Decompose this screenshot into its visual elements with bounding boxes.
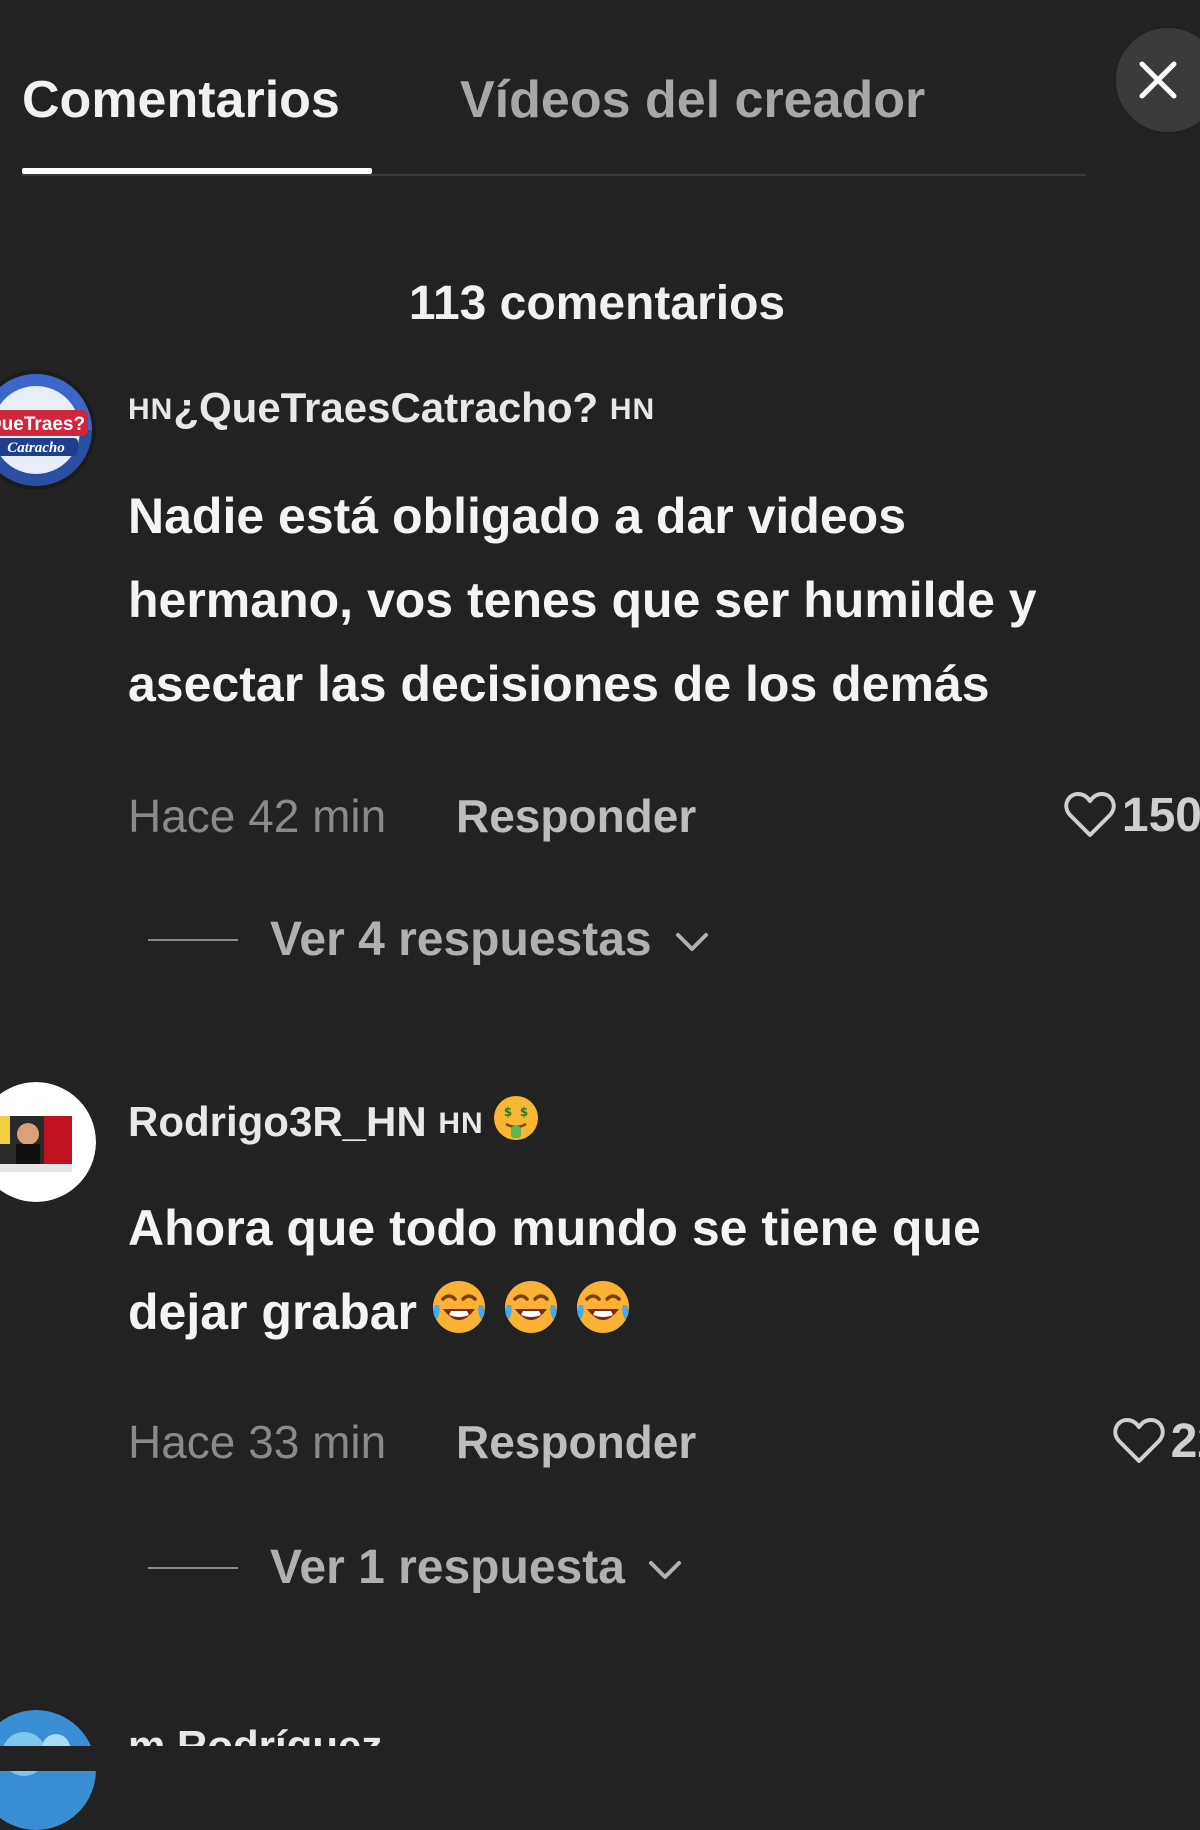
avatar[interactable] bbox=[0, 1082, 96, 1202]
country-tag: HN bbox=[128, 393, 174, 426]
view-replies-button[interactable]: Ver 4 respuestas bbox=[148, 910, 710, 970]
like-button[interactable]: 150 bbox=[1064, 788, 1200, 844]
viewport-edge bbox=[0, 1746, 1200, 1771]
view-replies-button[interactable]: Ver 1 respuesta bbox=[148, 1538, 683, 1598]
heart-icon bbox=[1112, 1418, 1165, 1463]
comment-meta: Hace 33 min Responder bbox=[128, 1414, 696, 1470]
comment-username[interactable]: Rodrigo3R_HN HN $ $ bbox=[128, 1094, 540, 1154]
view-replies-label: Ver 1 respuesta bbox=[270, 1541, 625, 1594]
comment-time: Hace 33 min bbox=[128, 1416, 387, 1468]
avatar-logo-text: QueTraes? bbox=[0, 414, 85, 435]
tab-creator-videos[interactable]: Vídeos del creador bbox=[460, 68, 925, 132]
comment-meta: Hace 42 min Responder bbox=[128, 788, 696, 844]
view-replies-label: Ver 4 respuestas bbox=[270, 913, 652, 966]
reply-button[interactable]: Responder bbox=[456, 788, 696, 844]
svg-text:$: $ bbox=[520, 1105, 528, 1119]
close-icon bbox=[1139, 61, 1177, 99]
comment-time: Hace 42 min bbox=[128, 790, 387, 842]
face-with-tears-of-joy-icon bbox=[429, 1277, 489, 1362]
money-mouth-face-icon: $ $ bbox=[492, 1094, 540, 1154]
comment-text: Ahora que todo mundo se tiene que dejar … bbox=[128, 1186, 1168, 1362]
face-with-tears-of-joy-icon bbox=[501, 1277, 561, 1362]
chevron-down-icon bbox=[648, 1561, 681, 1579]
svg-text:$: $ bbox=[504, 1105, 512, 1119]
like-count: 150 bbox=[1121, 789, 1200, 842]
country-tag: HN bbox=[438, 1107, 484, 1140]
comment-count: 113 comentarios bbox=[408, 277, 786, 330]
country-tag: HN bbox=[609, 393, 656, 426]
comment-text: Nadie está obligado a dar videos hermano… bbox=[128, 488, 1037, 712]
avatar[interactable]: QueTraes? Catracho bbox=[0, 370, 96, 490]
comment-username[interactable]: HN¿QueTraesCatracho? HN bbox=[128, 382, 655, 436]
heart-icon bbox=[1064, 792, 1116, 837]
avatar-logo-subtext: Catracho bbox=[7, 440, 65, 456]
chevron-down-icon bbox=[675, 933, 708, 951]
username-text: ¿QueTraesCatracho? bbox=[173, 384, 599, 431]
like-count: 22 bbox=[1170, 1415, 1200, 1468]
reply-button[interactable]: Responder bbox=[456, 1414, 696, 1470]
username-text: Rodrigo3R_HN bbox=[128, 1098, 427, 1145]
face-with-tears-of-joy-icon bbox=[573, 1277, 633, 1362]
tab-divider bbox=[22, 174, 1086, 176]
replies-divider bbox=[148, 1567, 238, 1569]
like-button[interactable]: 22 bbox=[1112, 1414, 1200, 1470]
tab-comments[interactable]: Comentarios bbox=[22, 68, 340, 132]
tab-bar: Comentarios Vídeos del creador bbox=[0, 0, 1200, 180]
replies-divider bbox=[148, 939, 238, 941]
